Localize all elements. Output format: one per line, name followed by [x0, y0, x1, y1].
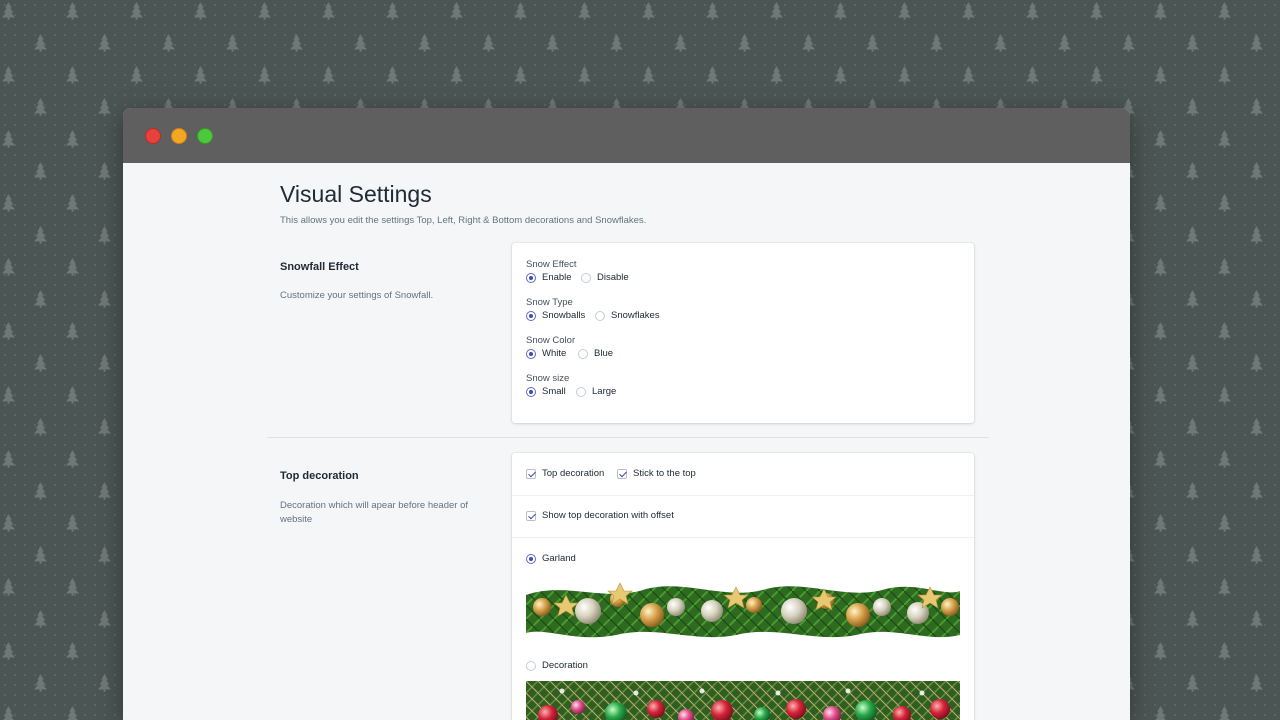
garland-preview-image	[526, 582, 960, 638]
app-window: Visual Settings This allows you edit the…	[123, 108, 1130, 720]
section-divider	[267, 437, 989, 438]
snow-color-blue-radio[interactable]: Blue	[578, 348, 613, 359]
snowfall-section-title: Snowfall Effect	[280, 261, 359, 273]
radio-selected-icon	[526, 310, 536, 321]
checkbox-checked-icon	[617, 468, 627, 479]
card-separator	[512, 537, 974, 538]
top-decoration-card: Top decoration Stick to the top Show top…	[512, 453, 974, 720]
radio-icon	[595, 310, 605, 321]
show-offset-checkbox[interactable]: Show top decoration with offset	[526, 510, 674, 521]
page-title: Visual Settings	[280, 181, 432, 207]
settings-content: Visual Settings This allows you edit the…	[123, 163, 1130, 720]
snow-size-large-radio[interactable]: Large	[576, 386, 616, 397]
page-description: This allows you edit the settings Top, L…	[280, 215, 647, 226]
snowfall-section-description: Customize your settings of Snowfall.	[280, 290, 434, 301]
radio-icon	[581, 272, 591, 283]
radio-selected-icon	[526, 386, 536, 397]
garland-style-radio[interactable]: Garland	[526, 553, 576, 564]
snow-effect-enable-radio[interactable]: Enable	[526, 272, 572, 283]
checkbox-checked-icon	[526, 468, 536, 479]
radio-icon	[526, 660, 536, 671]
radio-icon	[576, 386, 586, 397]
snow-effect-disable-radio[interactable]: Disable	[581, 272, 629, 283]
snowfall-settings-card: Snow Effect Enable Disable Snow Type Sno…	[512, 243, 974, 423]
minimize-window-button[interactable]	[171, 128, 187, 144]
top-decoration-checkbox[interactable]: Top decoration	[526, 468, 604, 479]
decoration-style-radio[interactable]: Decoration	[526, 660, 588, 671]
window-titlebar	[123, 108, 1130, 163]
maximize-window-button[interactable]	[197, 128, 213, 144]
snow-effect-label: Snow Effect	[526, 259, 577, 270]
snow-color-label: Snow Color	[526, 335, 576, 346]
snow-size-label: Snow size	[526, 373, 570, 384]
snow-type-snowballs-radio[interactable]: Snowballs	[526, 310, 585, 321]
snow-type-snowflakes-radio[interactable]: Snowflakes	[595, 310, 660, 321]
radio-selected-icon	[526, 348, 536, 359]
radio-selected-icon	[526, 272, 536, 283]
card-separator	[512, 495, 974, 496]
top-decoration-section-description: Decoration which will apear before heade…	[280, 500, 468, 525]
snow-color-white-radio[interactable]: White	[526, 348, 566, 359]
checkbox-checked-icon	[526, 510, 536, 521]
radio-selected-icon	[526, 553, 536, 564]
snow-size-small-radio[interactable]: Small	[526, 386, 566, 397]
snow-type-label: Snow Type	[526, 297, 573, 308]
decoration-preview-image	[526, 681, 960, 720]
top-decoration-section-title: Top decoration	[280, 470, 359, 482]
stick-to-top-checkbox[interactable]: Stick to the top	[617, 468, 696, 479]
close-window-button[interactable]	[145, 128, 161, 144]
radio-icon	[578, 348, 588, 359]
